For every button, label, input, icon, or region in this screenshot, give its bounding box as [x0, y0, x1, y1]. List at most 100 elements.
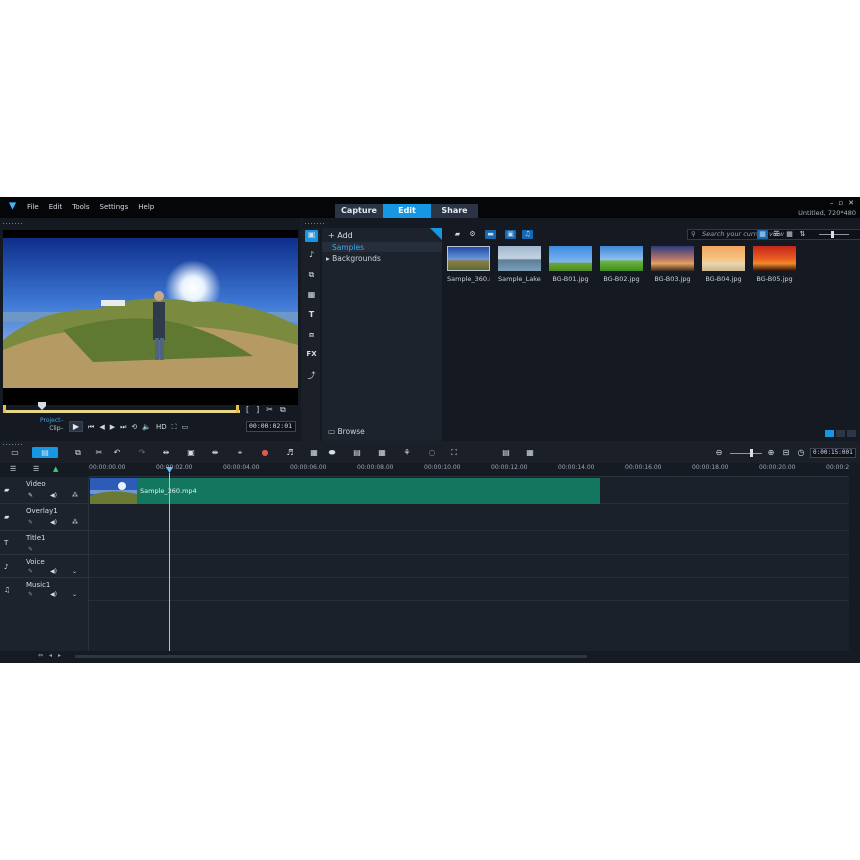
split-clip-icon[interactable]: ✂	[266, 405, 273, 415]
subtitle-icon[interactable]: ▤	[351, 447, 363, 458]
edit-icon[interactable]: ✎	[28, 546, 33, 553]
track-settings-icon[interactable]: ⁂	[72, 492, 78, 499]
copy-icon[interactable]: ⧉	[72, 447, 84, 458]
video-lane[interactable]: Sample_360.mp4	[89, 477, 849, 504]
mute-icon[interactable]: ◀)	[50, 492, 57, 499]
edit-icon[interactable]: ✎	[28, 568, 33, 575]
browse-button[interactable]: ▭ Browse	[328, 427, 365, 436]
show-videos-icon[interactable]: ▬	[485, 230, 496, 239]
thumbnail-view-icon[interactable]: ▦	[757, 230, 768, 239]
chapter-point-icon[interactable]: ☰	[33, 465, 39, 473]
scroll-right-icon[interactable]: ▸	[58, 652, 61, 659]
edit-icon[interactable]: ✎	[28, 519, 33, 526]
zoom-out-icon[interactable]: ⊖	[713, 447, 725, 458]
tab-share[interactable]: Share	[431, 204, 478, 218]
show-audio-icon[interactable]: ♫	[522, 230, 533, 239]
next-frame-icon[interactable]: ▶	[110, 423, 115, 432]
menu-settings[interactable]: Settings	[100, 203, 129, 211]
record-icon[interactable]: ●	[259, 447, 271, 458]
fit-project-icon[interactable]: ⊟	[780, 447, 792, 458]
media-thumbnail[interactable]: BG-B05.jpg	[753, 246, 796, 283]
multi-camera-icon[interactable]: ▦	[376, 447, 388, 458]
edit-icon[interactable]: ✎	[28, 591, 33, 598]
graphics-icon[interactable]: ▦	[305, 290, 318, 302]
video-clip[interactable]: Sample_360.mp4	[90, 478, 600, 504]
media-thumbnail[interactable]: BG-B04.jpg	[702, 246, 745, 283]
track-header-video[interactable]: ▰ Video ✎ ◀) ⁂	[0, 477, 89, 504]
track-header-music[interactable]: ♫ Music1 ✎ ◀) ⌄	[0, 578, 89, 601]
motion-tracking-icon[interactable]: ⬬	[326, 447, 338, 458]
import-media-icon[interactable]: ▰	[452, 230, 463, 239]
mark-out-button[interactable]: ]	[256, 405, 259, 415]
360-video-icon[interactable]: ⛶	[448, 447, 460, 458]
library-view-icon[interactable]	[847, 430, 856, 437]
library-view-icon[interactable]	[825, 430, 834, 437]
scrub-bar[interactable]	[4, 410, 240, 413]
mute-icon[interactable]: ◀)	[50, 568, 57, 575]
menu-help[interactable]: Help	[138, 203, 154, 211]
multi-trim-icon[interactable]: ▣	[185, 447, 197, 458]
settings-gear-icon[interactable]: ⚙	[467, 230, 478, 239]
timeline-view-icon[interactable]: ▤	[32, 447, 58, 458]
chevron-down-icon[interactable]: ⌄	[72, 591, 77, 598]
panel-grip[interactable]	[2, 222, 24, 225]
track-header-title[interactable]: T Title1 ✎	[0, 531, 89, 555]
timecode-display[interactable]: 00:00:02:01	[246, 421, 296, 432]
vertical-scrollbar[interactable]	[849, 463, 860, 651]
voice-lane[interactable]	[89, 555, 849, 578]
mute-icon[interactable]: ◀)	[50, 519, 57, 526]
tree-item-samples[interactable]: Samples	[332, 243, 364, 252]
audio-mixer-icon[interactable]: ♬	[284, 447, 296, 458]
add-folder-button[interactable]: + Add	[328, 231, 353, 240]
redo-icon[interactable]: ↷	[136, 447, 148, 458]
media-thumbnail[interactable]: Sample_Lake...	[498, 246, 541, 283]
zoom-in-icon[interactable]: ⊕	[765, 447, 777, 458]
timeline-tracks[interactable]: Sample_360.mp4	[89, 477, 849, 651]
close-icon[interactable]: ✕	[848, 199, 854, 207]
tools-icon[interactable]: ✂	[93, 447, 105, 458]
scrub-handle[interactable]	[38, 402, 46, 410]
media-thumbnail[interactable]: BG-B03.jpg	[651, 246, 694, 283]
auto-music-icon[interactable]: ▦	[308, 447, 320, 458]
media-thumbnail[interactable]: BG-B02.jpg	[600, 246, 643, 283]
timeline-ruler[interactable]: 00:00:00.00 00:00:02.00 00:00:04.00 00:0…	[89, 463, 849, 477]
media-library-icon[interactable]: ▣	[305, 230, 318, 242]
go-to-start-icon[interactable]: ⏮	[88, 423, 94, 432]
previous-frame-icon[interactable]: ◀	[99, 423, 104, 432]
music-lane[interactable]	[89, 578, 849, 601]
path-icon[interactable]: ⤴	[305, 370, 318, 382]
overlay-lane[interactable]	[89, 504, 849, 531]
tab-capture[interactable]: Capture	[335, 204, 383, 218]
filter-fx-icon[interactable]: FX	[305, 350, 318, 362]
chevron-down-icon[interactable]: ⌄	[72, 568, 77, 575]
fit-icon[interactable]: ⌖	[234, 447, 246, 458]
media-thumbnail[interactable]: Sample_360.m...	[447, 246, 490, 283]
trim-icon[interactable]: ⇹	[160, 447, 172, 458]
snapshot-icon[interactable]: ⧉	[280, 405, 286, 415]
panel-grip[interactable]	[2, 443, 24, 446]
tab-edit[interactable]: Edit	[383, 204, 431, 218]
project-clip-toggle[interactable]: Project– Clip–	[40, 417, 64, 433]
ripple-editing-icon[interactable]: ▲	[53, 465, 58, 473]
go-to-end-icon[interactable]: ⏭	[120, 423, 126, 432]
overlay-icon[interactable]: ⧈	[305, 330, 318, 342]
play-button[interactable]: ▶	[69, 421, 83, 432]
edit-icon[interactable]: ✎	[28, 492, 33, 499]
minimize-icon[interactable]: –	[830, 199, 834, 207]
library-view-icon[interactable]	[836, 430, 845, 437]
menu-tools[interactable]: Tools	[72, 203, 89, 211]
trim-out-marker[interactable]	[236, 405, 239, 413]
menu-edit[interactable]: Edit	[49, 203, 63, 211]
scroll-left-icon[interactable]: ◂	[49, 652, 52, 659]
split-icon[interactable]: ⇼	[209, 447, 221, 458]
zoom-slider[interactable]	[730, 453, 762, 454]
playhead[interactable]	[169, 473, 170, 651]
media-thumbnail[interactable]: BG-B01.jpg	[549, 246, 592, 283]
grid-view-icon[interactable]: ▦	[784, 230, 795, 239]
mute-icon[interactable]: ◀)	[50, 591, 57, 598]
trim-in-marker[interactable]	[3, 405, 6, 413]
instant-project-icon[interactable]: ♪	[305, 250, 318, 262]
mask-icon[interactable]: ◌	[426, 447, 438, 458]
clip-mode-label[interactable]: Clip–	[40, 425, 63, 433]
thumbnail-size-slider[interactable]	[819, 234, 849, 235]
